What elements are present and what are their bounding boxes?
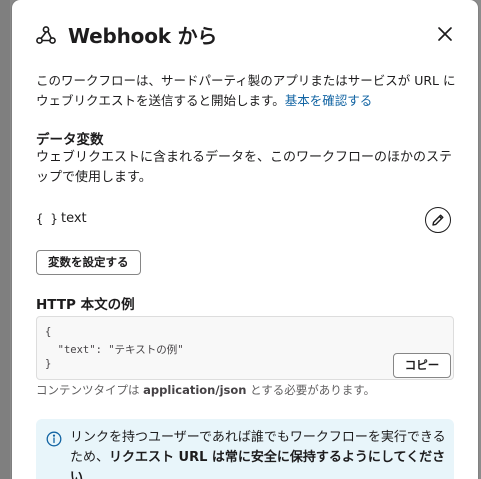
hint-suffix: とする必要があります。 [246, 383, 376, 397]
http-body-code-block: { "text": "テキストの例" } コピー [36, 316, 454, 380]
code-line: "text": "テキストの例" [45, 344, 184, 356]
copy-button[interactable]: コピー [393, 353, 451, 378]
variable-name: text [61, 211, 87, 226]
data-variables-heading: データ変数 [36, 132, 104, 148]
http-example-heading: HTTP 本文の例 [36, 297, 135, 313]
modal-header: Webhook から [12, 0, 478, 70]
hint-content-type: application/json [143, 383, 247, 397]
pencil-icon [432, 214, 444, 226]
info-icon [46, 431, 62, 447]
security-info-banner: リンクを持つユーザーであれば誰でもワークフローを実行できるため、リクエスト UR… [36, 419, 454, 479]
webhook-modal: Webhook から このワークフローは、サードパーティ製のアプリまたはサービス… [12, 0, 478, 479]
modal-title: Webhook から [68, 24, 218, 48]
edit-variable-button[interactable] [425, 207, 451, 233]
learn-basics-link[interactable]: 基本を確認する [285, 93, 373, 108]
modal-backdrop-left [0, 0, 10, 479]
code-line: { [45, 326, 52, 338]
banner-text: リンクを持つユーザーであれば誰でもワークフローを実行できるため、リクエスト UR… [70, 428, 446, 479]
data-variables-description: ウェブリクエストに含まれるデータを、このワークフローのほかのステップで使用します… [36, 150, 453, 185]
set-variables-button[interactable]: 変数を設定する [36, 250, 141, 275]
content-type-hint: コンテンツタイプは application/json とする必要があります。 [36, 382, 375, 398]
description-text: このワークフローは、サードパーティ製のアプリまたはサービスが URL にウェブリ… [36, 73, 456, 108]
webhook-icon [36, 26, 56, 44]
modal-description: このワークフローは、サードパーティ製のアプリまたはサービスが URL にウェブリ… [36, 71, 456, 111]
close-icon[interactable] [433, 22, 457, 46]
banner-text-strong: リクエスト URL は常に安全に保持するようにしてください [70, 450, 446, 479]
hint-prefix: コンテンツタイプは [36, 383, 144, 397]
code-line: } [45, 358, 52, 370]
variable-type-icon: { } [36, 212, 58, 226]
